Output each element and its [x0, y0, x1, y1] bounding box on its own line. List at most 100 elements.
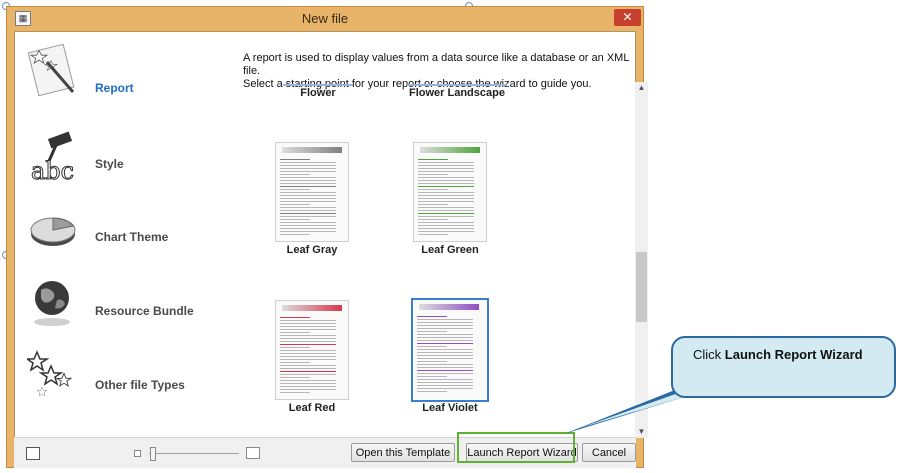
flower-thumbnail-edge — [283, 84, 353, 86]
callout-prefix: Click — [693, 347, 725, 362]
sidebar-item-chart-theme[interactable]: Chart Theme — [15, 200, 215, 272]
thumbnail-text-line — [418, 228, 474, 229]
thumbnail-text-line — [417, 322, 473, 323]
title-bar[interactable]: ▦ New file ✕ — [7, 7, 643, 31]
thumbnail-text-line — [418, 198, 474, 199]
thumbnail-text-line — [280, 326, 336, 327]
instruction-callout: Click Launch Report Wizard — [671, 336, 896, 398]
sidebar-item-label-style: Style — [95, 157, 124, 171]
thumbnail-text-line — [280, 168, 336, 169]
sidebar-item-other-file-types[interactable]: Other file Types — [15, 348, 215, 420]
zoom-out-icon[interactable] — [134, 450, 141, 457]
thumbnail-text-line — [280, 159, 310, 160]
thumbnail-header-band — [419, 304, 479, 310]
thumbnail-text-line — [280, 162, 336, 163]
thumbnail-text-line — [280, 380, 336, 381]
thumbnail-text-line — [418, 177, 474, 178]
svg-text:abc: abc — [31, 157, 74, 185]
thumbnail-text-line — [280, 234, 310, 235]
template-thumbnail-leaf-gray[interactable] — [275, 142, 349, 242]
thumbnail-text-line — [280, 365, 336, 366]
zoom-in-icon[interactable] — [246, 447, 260, 459]
close-button[interactable]: ✕ — [614, 9, 641, 26]
style-icon: abc — [31, 131, 75, 185]
thumbnail-text-line — [280, 335, 336, 336]
template-caption-flower[interactable]: Flower — [273, 87, 363, 99]
thumbnail-text-line — [417, 391, 447, 392]
thumbnail-text-line — [418, 162, 474, 163]
thumbnail-text-line — [280, 356, 336, 357]
callout-emphasis: Launch Report Wizard — [724, 347, 863, 362]
thumbnail-text-line — [280, 392, 310, 393]
thumbnail-text-line — [417, 331, 447, 332]
template-caption-leaf-gray[interactable]: Leaf Gray — [265, 244, 359, 256]
thumbnail-text-line — [418, 183, 474, 184]
thumbnail-text-line — [280, 350, 336, 351]
thumbnail-text-line — [417, 316, 447, 317]
thumbnail-text-line — [417, 355, 473, 356]
thumbnail-text-line — [280, 228, 336, 229]
thumbnail-text-line — [280, 201, 336, 202]
dialog-title: New file — [301, 11, 349, 26]
thumbnail-text-line — [280, 317, 310, 318]
sidebar-item-label-resource-bundle: Resource Bundle — [95, 304, 194, 318]
thumbnail-text-line — [280, 329, 336, 330]
thumbnail-text-line — [280, 183, 336, 184]
thumbnail-text-line — [417, 358, 473, 359]
scrollbar-thumb[interactable] — [636, 252, 647, 322]
thumbnail-text-line — [417, 376, 447, 377]
template-caption-leaf-red[interactable]: Leaf Red — [265, 402, 359, 414]
thumbnail-text-line — [280, 207, 336, 208]
thumbnail-text-line — [417, 340, 473, 341]
template-caption-leaf-violet[interactable]: Leaf Violet — [403, 402, 497, 414]
thumbnail-text-line — [418, 171, 474, 172]
thumbnail-text-line — [418, 195, 474, 196]
thumbnail-text-line — [280, 219, 310, 220]
thumbnail-text-line — [280, 386, 336, 387]
thumbnail-text-line — [417, 388, 473, 389]
zoom-slider-track[interactable] — [149, 453, 239, 454]
sidebar-item-label-chart-theme: Chart Theme — [95, 230, 169, 244]
thumbnail-text-line — [417, 328, 473, 329]
thumbnail-text-line — [280, 204, 310, 205]
thumbnail-text-line — [280, 359, 336, 360]
thumbnail-text-line — [418, 159, 448, 160]
open-template-button[interactable]: Open this Template — [351, 443, 455, 462]
fit-view-icon[interactable] — [26, 447, 40, 460]
thumbnail-text-line — [418, 168, 474, 169]
thumbnail-text-line — [417, 337, 473, 338]
description-line-1: A report is used to display values from … — [243, 52, 630, 77]
thumbnail-text-line — [280, 389, 336, 390]
template-thumbnail-leaf-red[interactable] — [275, 300, 349, 400]
thumbnail-text-line — [417, 382, 473, 383]
resource-bundle-icon — [34, 281, 70, 326]
template-caption-flower-landscape[interactable]: Flower Landscape — [397, 87, 517, 99]
thumbnail-text-line — [418, 216, 474, 217]
thumbnail-text-line — [280, 347, 310, 348]
template-caption-leaf-green[interactable]: Leaf Green — [403, 244, 497, 256]
thumbnail-text-line — [280, 192, 336, 193]
thumbnail-text-line — [418, 222, 474, 223]
thumbnail-text-line — [280, 383, 336, 384]
thumbnail-text-line — [280, 189, 310, 190]
thumbnail-text-line — [280, 213, 336, 214]
cancel-button[interactable]: Cancel — [582, 443, 636, 462]
template-thumbnail-leaf-green[interactable] — [413, 142, 487, 242]
thumbnail-text-line — [280, 195, 336, 196]
other-file-types-icon — [27, 350, 73, 397]
thumbnail-text-line — [280, 177, 336, 178]
template-thumbnail-leaf-violet[interactable] — [411, 298, 489, 402]
thumbnail-text-line — [280, 174, 310, 175]
sidebar-item-style[interactable]: abc Style — [15, 127, 215, 199]
thumbnail-text-line — [417, 373, 473, 374]
chart-theme-icon — [30, 217, 76, 246]
thumbnail-text-line — [280, 180, 336, 181]
scroll-up-icon[interactable]: ▲ — [635, 82, 648, 94]
zoom-slider-thumb[interactable] — [150, 447, 156, 461]
thumbnail-text-line — [417, 325, 473, 326]
callout-text: Click Launch Report Wizard — [693, 345, 883, 364]
sidebar-item-report[interactable]: Report — [15, 38, 215, 110]
thumbnail-text-line — [418, 213, 474, 214]
sidebar-item-label-report: Report — [95, 81, 134, 95]
sidebar-item-resource-bundle[interactable]: Resource Bundle — [15, 274, 215, 346]
